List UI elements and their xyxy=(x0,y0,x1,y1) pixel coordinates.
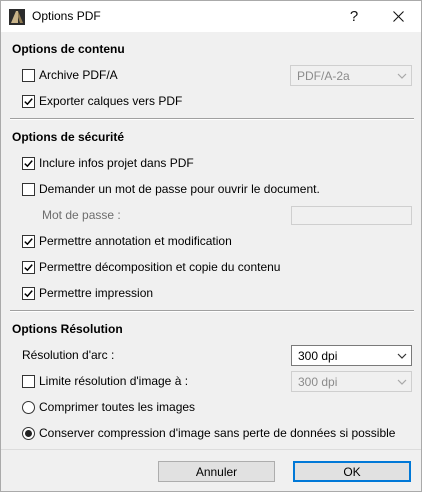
arc-resolution-value: 300 dpi xyxy=(298,348,338,363)
archive-pdfa-label: Archive PDF/A xyxy=(39,68,118,82)
checkmark-icon xyxy=(24,97,33,105)
pdf-options-dialog: Options PDF ? Options de contenu Archive… xyxy=(0,0,422,492)
radio-dot-icon xyxy=(25,429,32,437)
checkmark-icon xyxy=(24,159,33,167)
compress-all-images-label: Comprimer toutes les images xyxy=(39,400,196,414)
include-project-info-option[interactable]: Inclure infos projet dans PDF xyxy=(22,155,194,171)
checkmark-icon xyxy=(24,263,33,271)
chevron-down-icon xyxy=(397,353,407,359)
allow-decomposition-option[interactable]: Permettre décomposition et copie du cont… xyxy=(22,259,280,275)
allow-print-option[interactable]: Permettre impression xyxy=(22,285,153,301)
window-title: Options PDF xyxy=(32,9,101,23)
section-divider xyxy=(10,118,414,120)
keep-lossless-label: Conserver compression d'image sans perte… xyxy=(39,426,396,440)
archive-pdfa-checkbox[interactable] xyxy=(22,68,35,82)
pdfa-version-select[interactable]: PDF/A-2a xyxy=(290,65,412,86)
include-project-info-checkbox[interactable] xyxy=(22,156,35,170)
help-icon: ? xyxy=(349,8,359,25)
content-section-title: Options de contenu xyxy=(12,42,125,56)
export-layers-label: Exporter calques vers PDF xyxy=(39,94,183,108)
cancel-button[interactable]: Annuler xyxy=(158,461,275,482)
keep-lossless-option[interactable]: Conserver compression d'image sans perte… xyxy=(22,425,395,441)
checkmark-icon xyxy=(24,237,33,245)
keep-lossless-radio[interactable] xyxy=(22,426,35,440)
resolution-section-title: Options Résolution xyxy=(12,322,123,336)
archive-pdfa-option[interactable]: Archive PDF/A xyxy=(22,67,118,83)
image-resolution-select[interactable]: 300 dpi xyxy=(291,371,412,392)
section-divider xyxy=(10,310,414,312)
allow-print-checkbox[interactable] xyxy=(22,286,35,300)
chevron-down-icon xyxy=(397,379,407,385)
export-layers-option[interactable]: Exporter calques vers PDF xyxy=(22,93,182,109)
help-button[interactable]: ? xyxy=(331,1,377,32)
title-bar[interactable]: Options PDF ? xyxy=(1,1,421,32)
ask-password-option[interactable]: Demander un mot de passe pour ouvrir le … xyxy=(22,181,320,197)
ask-password-label: Demander un mot de passe pour ouvrir le … xyxy=(39,182,320,196)
allow-annotation-checkbox[interactable] xyxy=(22,234,35,248)
checkmark-icon xyxy=(24,289,33,297)
close-icon xyxy=(392,11,404,22)
export-layers-checkbox[interactable] xyxy=(22,94,35,108)
password-label: Mot de passe : xyxy=(42,208,121,222)
allow-annotation-option[interactable]: Permettre annotation et modification xyxy=(22,233,232,249)
archicad-icon xyxy=(9,9,25,25)
security-section-title: Options de sécurité xyxy=(12,130,125,144)
include-project-info-label: Inclure infos projet dans PDF xyxy=(39,156,194,170)
pdfa-version-value: PDF/A-2a xyxy=(297,68,350,83)
ok-button[interactable]: OK xyxy=(293,461,411,482)
allow-decomposition-checkbox[interactable] xyxy=(22,260,35,274)
password-field[interactable] xyxy=(291,206,412,225)
allow-annotation-label: Permettre annotation et modification xyxy=(39,234,232,248)
compress-all-images-radio[interactable] xyxy=(22,400,35,414)
limit-image-resolution-label: Limite résolution d'image à : xyxy=(39,374,189,388)
arc-resolution-label: Résolution d'arc : xyxy=(22,348,115,362)
limit-image-resolution-option[interactable]: Limite résolution d'image à : xyxy=(22,373,188,389)
dialog-footer: Annuler OK xyxy=(1,449,421,491)
close-button[interactable] xyxy=(375,1,421,32)
compress-all-images-option[interactable]: Comprimer toutes les images xyxy=(22,399,195,415)
image-resolution-value: 300 dpi xyxy=(298,374,338,389)
ask-password-checkbox[interactable] xyxy=(22,182,35,196)
allow-decomposition-label: Permettre décomposition et copie du cont… xyxy=(39,260,281,274)
chevron-down-icon xyxy=(397,73,407,79)
arc-resolution-select[interactable]: 300 dpi xyxy=(291,345,412,366)
limit-image-resolution-checkbox[interactable] xyxy=(22,374,35,388)
allow-print-label: Permettre impression xyxy=(39,286,154,300)
